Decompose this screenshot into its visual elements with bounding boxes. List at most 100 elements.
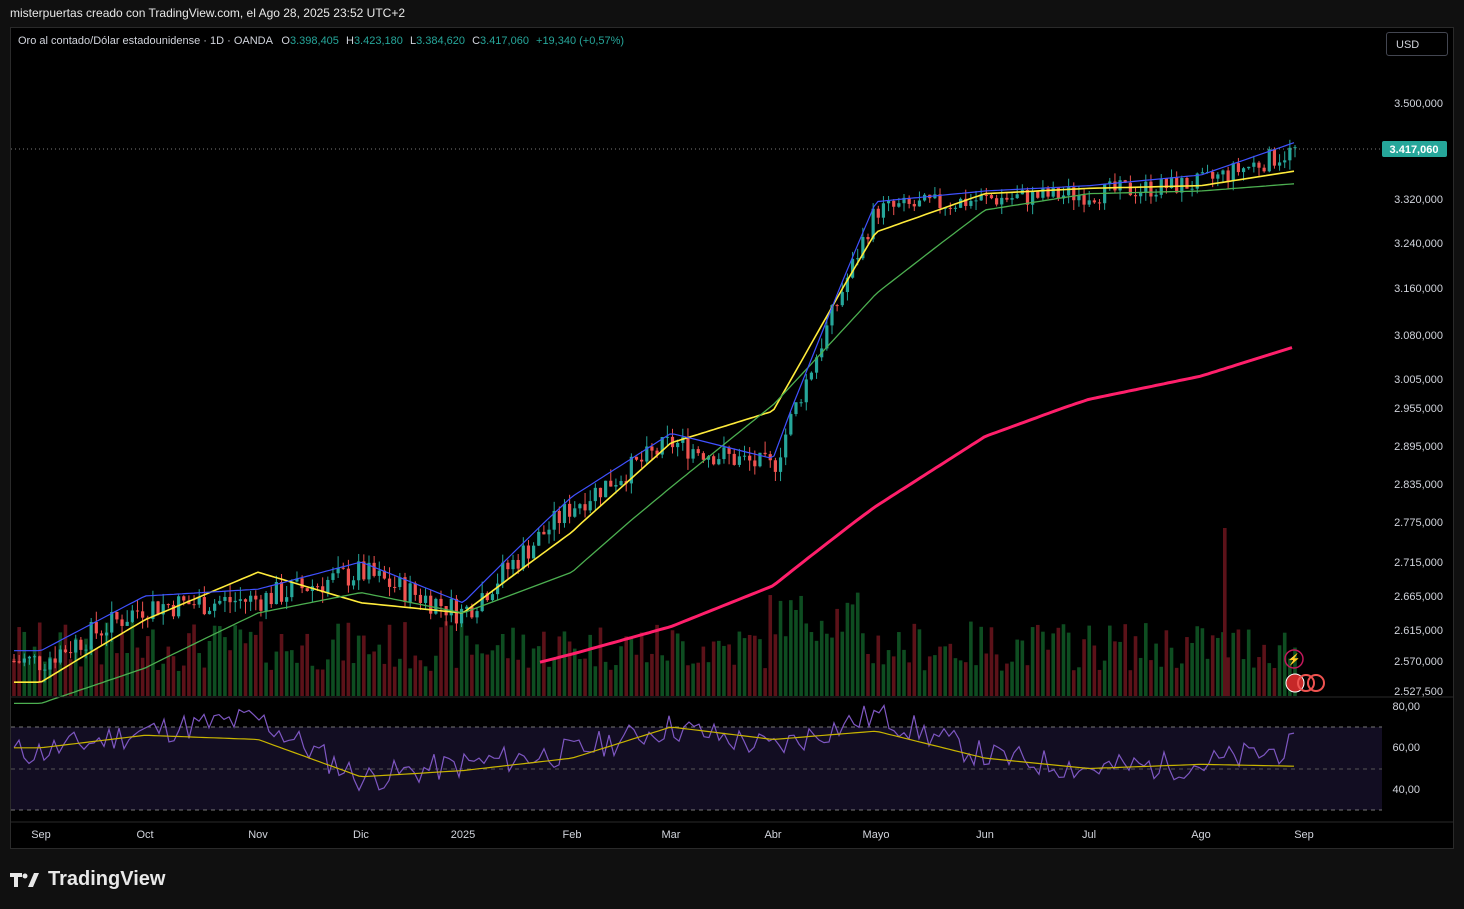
candle-down (835, 305, 839, 307)
volume-bar (1005, 663, 1009, 696)
volume-bar (1277, 645, 1282, 696)
candle-up (537, 531, 541, 546)
candle-down (732, 453, 736, 465)
volume-bar (1128, 670, 1133, 696)
price-axis: 3.500,000 3.320,000 3.240,000 3.160,000 3.08… (1394, 98, 1443, 698)
candle-down (68, 652, 73, 654)
volume-bar (392, 666, 397, 696)
volume-bar (763, 668, 767, 696)
change-value: +19,340 (+0,57%) (536, 35, 625, 47)
candle-up (32, 656, 37, 658)
candle-up (1288, 147, 1292, 161)
volume-bar (403, 622, 407, 696)
volume-bar (866, 653, 870, 696)
volume-bar (1216, 637, 1220, 696)
volume-bar (588, 634, 592, 696)
volume-bar (284, 651, 289, 696)
volume-bar (480, 653, 484, 696)
candle-down (1092, 200, 1096, 203)
volume-bar (1180, 663, 1184, 696)
volume-bar (691, 663, 695, 696)
volume-bar (876, 635, 881, 696)
volume-bar (259, 621, 263, 696)
candle-up (331, 573, 335, 580)
volume-bar (747, 634, 752, 696)
volume-bar (1272, 667, 1277, 696)
candle-up (351, 580, 356, 586)
price-tick-label: 2.615,000 (1394, 625, 1443, 637)
candle-down (753, 460, 757, 467)
volume-bar (197, 653, 202, 696)
price-tick-label: 3.500,000 (1394, 98, 1443, 110)
volume-bar (1149, 660, 1153, 696)
volume-bar (871, 663, 875, 696)
candle-up (1267, 149, 1271, 172)
time-tick-label: Abr (764, 829, 781, 841)
volume-bar (192, 624, 196, 696)
ema-line-3 (539, 346, 1293, 664)
volume-bar (891, 656, 896, 696)
volume-bar (1097, 669, 1102, 696)
last-price-label: 3.417,060 (1390, 144, 1439, 156)
volume-bar (310, 665, 315, 696)
price-tick-label: 3.320,000 (1394, 194, 1443, 206)
candle-down (115, 611, 119, 620)
volume-bar (927, 656, 932, 696)
volume-bar (969, 621, 973, 696)
volume-bar (1056, 627, 1061, 696)
symbol-legend: Oro al contado/Dólar estadounidense · 1D… (18, 35, 624, 47)
tradingview-logo[interactable]: TradingView (10, 868, 165, 891)
volume-bar (979, 626, 983, 696)
candle-up (578, 504, 582, 509)
candle-up (856, 258, 860, 260)
candle-down (202, 597, 206, 615)
volume-bar (423, 666, 428, 696)
volume-bar (994, 654, 999, 696)
volume-bar (933, 655, 937, 696)
candle-down (583, 504, 587, 511)
volume-bar (320, 669, 325, 696)
volume-bar (1061, 624, 1066, 696)
candle-up (1221, 170, 1225, 175)
volume-bar (758, 639, 762, 696)
volume-bar (341, 660, 346, 696)
volume-bar (63, 624, 68, 696)
currency-button[interactable]: USD (1386, 32, 1448, 56)
volume-bar (305, 633, 310, 696)
volume-bar (917, 629, 922, 696)
low-value: 3.384,620 (416, 35, 465, 47)
chart-canvas[interactable]: 3.500,000 3.320,000 3.240,000 3.160,000 3.08… (0, 0, 1464, 909)
candle-up (423, 595, 428, 603)
candle-down (254, 595, 258, 600)
volume-bar (217, 626, 222, 696)
candle-up (881, 203, 886, 218)
candle-up (223, 596, 227, 601)
candle-up (213, 603, 217, 611)
candle-up (27, 656, 32, 659)
time-tick-label: Sep (31, 829, 51, 841)
volume-bar (706, 662, 711, 696)
rsi-tick-label: 80,00 (1392, 701, 1420, 713)
volume-bar (634, 654, 639, 696)
candle-down (439, 598, 443, 607)
candle-up (809, 372, 814, 380)
candle-up (917, 200, 922, 207)
price-tick-label: 2.895,000 (1394, 441, 1443, 453)
candle-down (634, 456, 639, 460)
symbol-title: Oro al contado/Dólar estadounidense · 1D… (18, 35, 273, 47)
candle-down (876, 208, 880, 218)
volume-bar (228, 650, 232, 696)
open-label: O (281, 35, 290, 47)
candle-down (696, 449, 700, 454)
volume-bar (881, 664, 886, 696)
volume-bar (176, 670, 181, 696)
candle-down (938, 194, 942, 209)
high-label: H (345, 35, 354, 47)
volume-bar (490, 650, 495, 696)
rsi-tick-label: 40,00 (1392, 784, 1420, 796)
candle-up (614, 484, 618, 487)
candle-up (532, 545, 536, 559)
volume-bar (130, 621, 135, 696)
volume-bar (475, 644, 479, 696)
volume-bar (665, 660, 670, 696)
